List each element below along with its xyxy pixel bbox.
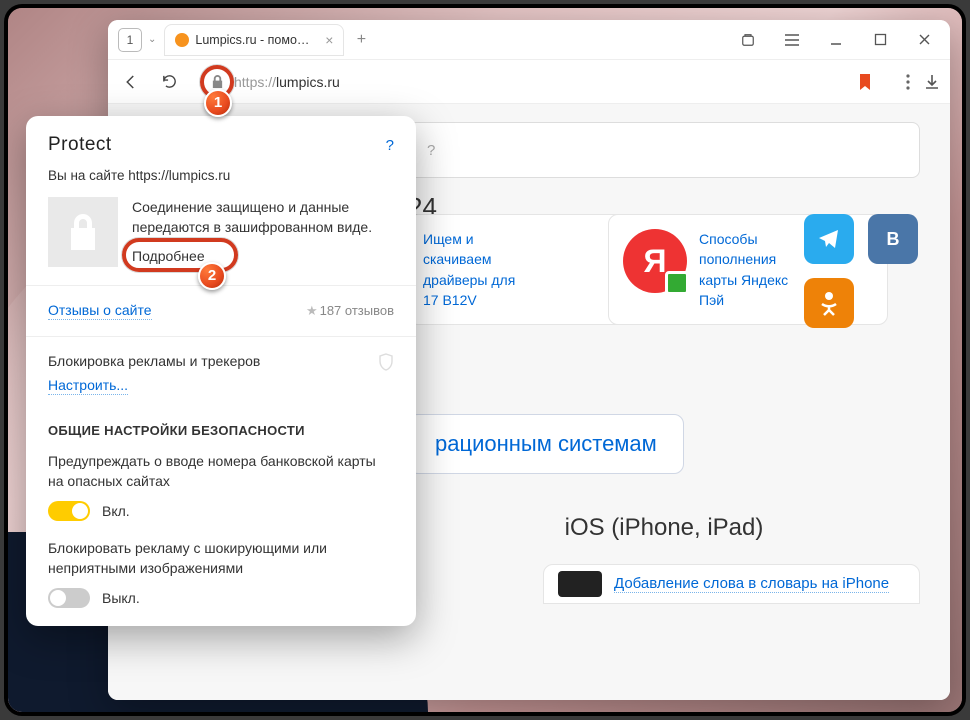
vk-button[interactable]: B bbox=[868, 214, 918, 264]
url-scheme: https:// bbox=[234, 74, 276, 90]
section-heading-ios: iOS (iPhone, iPad) bbox=[408, 514, 920, 542]
downloads-icon[interactable] bbox=[924, 74, 940, 90]
configure-link[interactable]: Настроить... bbox=[48, 377, 128, 395]
reviews-link[interactable]: Отзывы о сайте bbox=[48, 302, 152, 320]
tab-overflow-chevron[interactable]: ⌄ bbox=[148, 34, 156, 45]
callout-badge-2: 2 bbox=[198, 262, 226, 290]
search-placeholder-tail: ? bbox=[427, 142, 435, 159]
callout-badge-1: 1 bbox=[204, 89, 232, 117]
new-tab-button[interactable]: + bbox=[348, 27, 374, 53]
popup-title: Protect bbox=[48, 134, 112, 156]
telegram-button[interactable] bbox=[804, 214, 854, 264]
back-button[interactable] bbox=[118, 69, 144, 95]
favicon-icon bbox=[175, 33, 189, 47]
address-bar: 1 https:// lumpics.ru bbox=[108, 60, 950, 104]
protect-popup: Protect ? Вы на сайте https://lumpics.ru… bbox=[26, 116, 416, 626]
toggle-state-label: Выкл. bbox=[102, 590, 140, 606]
tab-bar: 1 ⌄ Lumpics.ru - помощь с × + bbox=[108, 20, 950, 60]
url-field[interactable]: 1 https:// lumpics.ru bbox=[194, 66, 884, 98]
reviews-row: Отзывы о сайте ★187 отзывов bbox=[48, 302, 394, 320]
reviews-count: ★187 отзывов bbox=[306, 303, 394, 319]
warn-card-toggle[interactable] bbox=[48, 501, 90, 521]
toggle-state-label: Вкл. bbox=[102, 503, 130, 519]
tab-counter-button[interactable]: 1 bbox=[118, 28, 142, 52]
block-shock-desc: Блокировать рекламу с шокирующими или не… bbox=[48, 539, 394, 578]
connection-section: Соединение защищено и данные передаются … bbox=[48, 197, 394, 267]
site-search-input[interactable]: ? bbox=[408, 122, 920, 178]
connection-lock-icon bbox=[48, 197, 118, 267]
popup-site-line: Вы на сайте https://lumpics.ru bbox=[48, 168, 394, 183]
minimize-button[interactable] bbox=[824, 28, 848, 52]
bookmark-icon[interactable] bbox=[858, 74, 872, 90]
kebab-menu-icon[interactable] bbox=[906, 74, 910, 90]
security-section-heading: ОБЩИЕ НАСТРОЙКИ БЕЗОПАСНОСТИ bbox=[48, 423, 394, 438]
block-shock-toggle[interactable] bbox=[48, 588, 90, 608]
ok-button[interactable] bbox=[804, 278, 854, 328]
maximize-button[interactable] bbox=[868, 28, 892, 52]
social-links: B bbox=[804, 214, 918, 328]
article-card-ios[interactable]: Добавление слова в словарь на iPhone bbox=[543, 564, 920, 604]
close-tab-icon[interactable]: × bbox=[325, 32, 333, 48]
card-text: Ищем и скачиваем драйверы для 17 B12V bbox=[423, 229, 515, 310]
help-button[interactable]: ? bbox=[386, 137, 394, 154]
details-link[interactable]: 2 Подробнее bbox=[132, 246, 205, 266]
shield-icon bbox=[378, 353, 394, 371]
url-host: lumpics.ru bbox=[276, 74, 340, 90]
menu-icon[interactable] bbox=[780, 28, 804, 52]
category-button[interactable]: рационным системам bbox=[408, 414, 684, 474]
divider bbox=[26, 336, 416, 337]
star-icon: ★ bbox=[306, 303, 318, 318]
active-tab[interactable]: Lumpics.ru - помощь с × bbox=[164, 24, 344, 56]
tab-title: Lumpics.ru - помощь с bbox=[195, 33, 317, 47]
article-link-text: Добавление слова в словарь на iPhone bbox=[614, 575, 889, 593]
collections-icon[interactable] bbox=[736, 28, 760, 52]
article-thumb bbox=[558, 571, 602, 597]
connection-text: Соединение защищено и данные передаются … bbox=[132, 197, 394, 238]
site-security-button[interactable]: 1 bbox=[206, 71, 228, 93]
close-window-button[interactable] bbox=[912, 28, 936, 52]
adblock-heading: Блокировка рекламы и трекеров bbox=[48, 353, 394, 369]
yandex-app-icon: Я bbox=[623, 229, 687, 293]
reload-button[interactable] bbox=[156, 69, 182, 95]
warn-card-desc: Предупреждать о вводе номера банковской … bbox=[48, 452, 394, 491]
card-text: Способы пополнения карты Яндекс Пэй bbox=[699, 229, 788, 310]
